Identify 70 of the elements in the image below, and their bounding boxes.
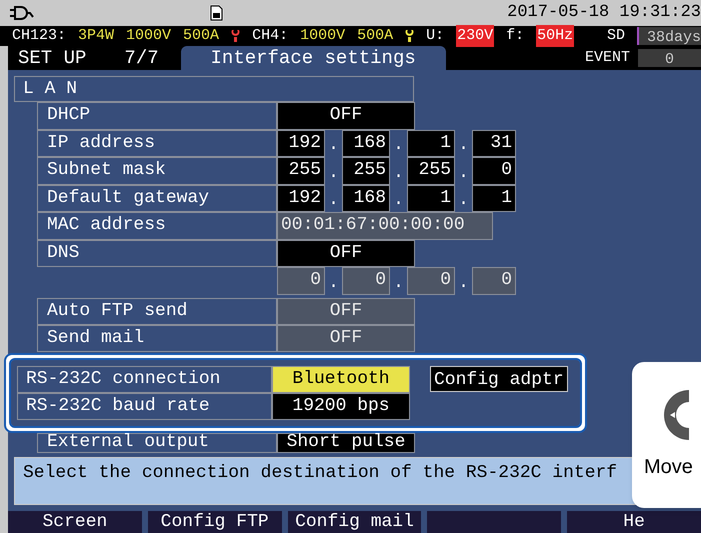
dot-separator: . [458,274,469,294]
dot-separator: . [458,136,469,157]
status-value: 1000V [126,26,172,46]
setting-label: DHCP [37,102,277,130]
function-key[interactable]: Screen [8,511,142,533]
status-value: 500A [357,26,394,46]
status-alert: 230V [456,24,494,48]
screen-title: SET UP [17,46,86,71]
dot-separator: . [458,191,469,212]
status-value: 3P4W [78,26,114,46]
value-field[interactable]: OFF [277,102,415,130]
section-header: L A N [14,76,414,102]
blank-function-key[interactable] [427,511,562,533]
status-value: 500A [183,26,220,46]
value-field[interactable]: 168 [342,184,390,212]
setting-label: RS-232C connection [17,366,272,392]
status-label: CH123: [12,26,66,46]
setting-label: Send mail [37,324,277,352]
value-field[interactable]: 168 [342,130,390,157]
dot-separator: . [393,274,404,294]
screen-tab[interactable]: Interface settings [180,46,446,70]
value-field[interactable]: 255 [277,157,325,184]
status-value: 1000V [300,26,346,46]
setting-label: MAC address [37,212,277,240]
dot-separator: . [393,136,404,157]
value-field[interactable]: 255 [407,157,455,184]
function-key[interactable]: He [567,511,701,533]
value-field[interactable]: 1 [407,184,455,212]
status-label: CH4: [252,26,288,46]
storage-label: SD [606,26,625,46]
sd-card-icon [210,5,223,21]
config-adapter-button[interactable]: Config adptr [430,366,568,392]
page-number: 7/7 [124,46,159,71]
event-label: EVENT [584,48,630,68]
value-field[interactable]: 255 [342,157,390,184]
setting-label: RS-232C baud rate [17,392,272,420]
dot-separator: . [328,136,339,157]
dot-separator: . [393,191,404,212]
move-popup[interactable]: Move [632,362,701,508]
function-key[interactable]: Config mail [288,511,422,533]
setting-label: Auto FTP send [37,298,277,324]
value-field[interactable]: Short pulse [277,432,415,452]
storage-remaining: 38days [636,27,701,45]
value-field[interactable]: OFF [277,240,415,267]
dot-separator: . [328,274,339,294]
value-field[interactable]: 19200 bps [272,392,410,420]
value-field[interactable]: Bluetooth [272,366,410,392]
value-field[interactable]: 192 [277,130,325,157]
status-label: U: [426,26,444,46]
setting-label: DNS [37,240,277,267]
status-label: f: [506,26,524,46]
dot-separator: . [328,191,339,212]
setting-label: Subnet mask [37,157,277,184]
dot-separator: . [458,164,469,184]
plug-icon [10,6,34,20]
value-field[interactable]: 1 [407,130,455,157]
value-field[interactable]: 31 [472,130,516,157]
event-count: 0 [638,49,701,67]
setting-label: External output [37,432,277,452]
move-label: Move [644,455,693,480]
setting-label: Default gateway [37,184,277,212]
function-key[interactable]: Config FTP [148,511,282,533]
dot-separator: . [393,164,404,184]
date-time: 2017-05-18 19:31:23 [507,2,701,24]
value-field[interactable]: 192 [277,184,325,212]
value-field[interactable]: 0 [472,157,516,184]
value-field[interactable]: 1 [472,184,516,212]
setting-label: IP address [37,130,277,157]
status-alert: 50Hz [536,24,574,48]
dot-separator: . [328,164,339,184]
